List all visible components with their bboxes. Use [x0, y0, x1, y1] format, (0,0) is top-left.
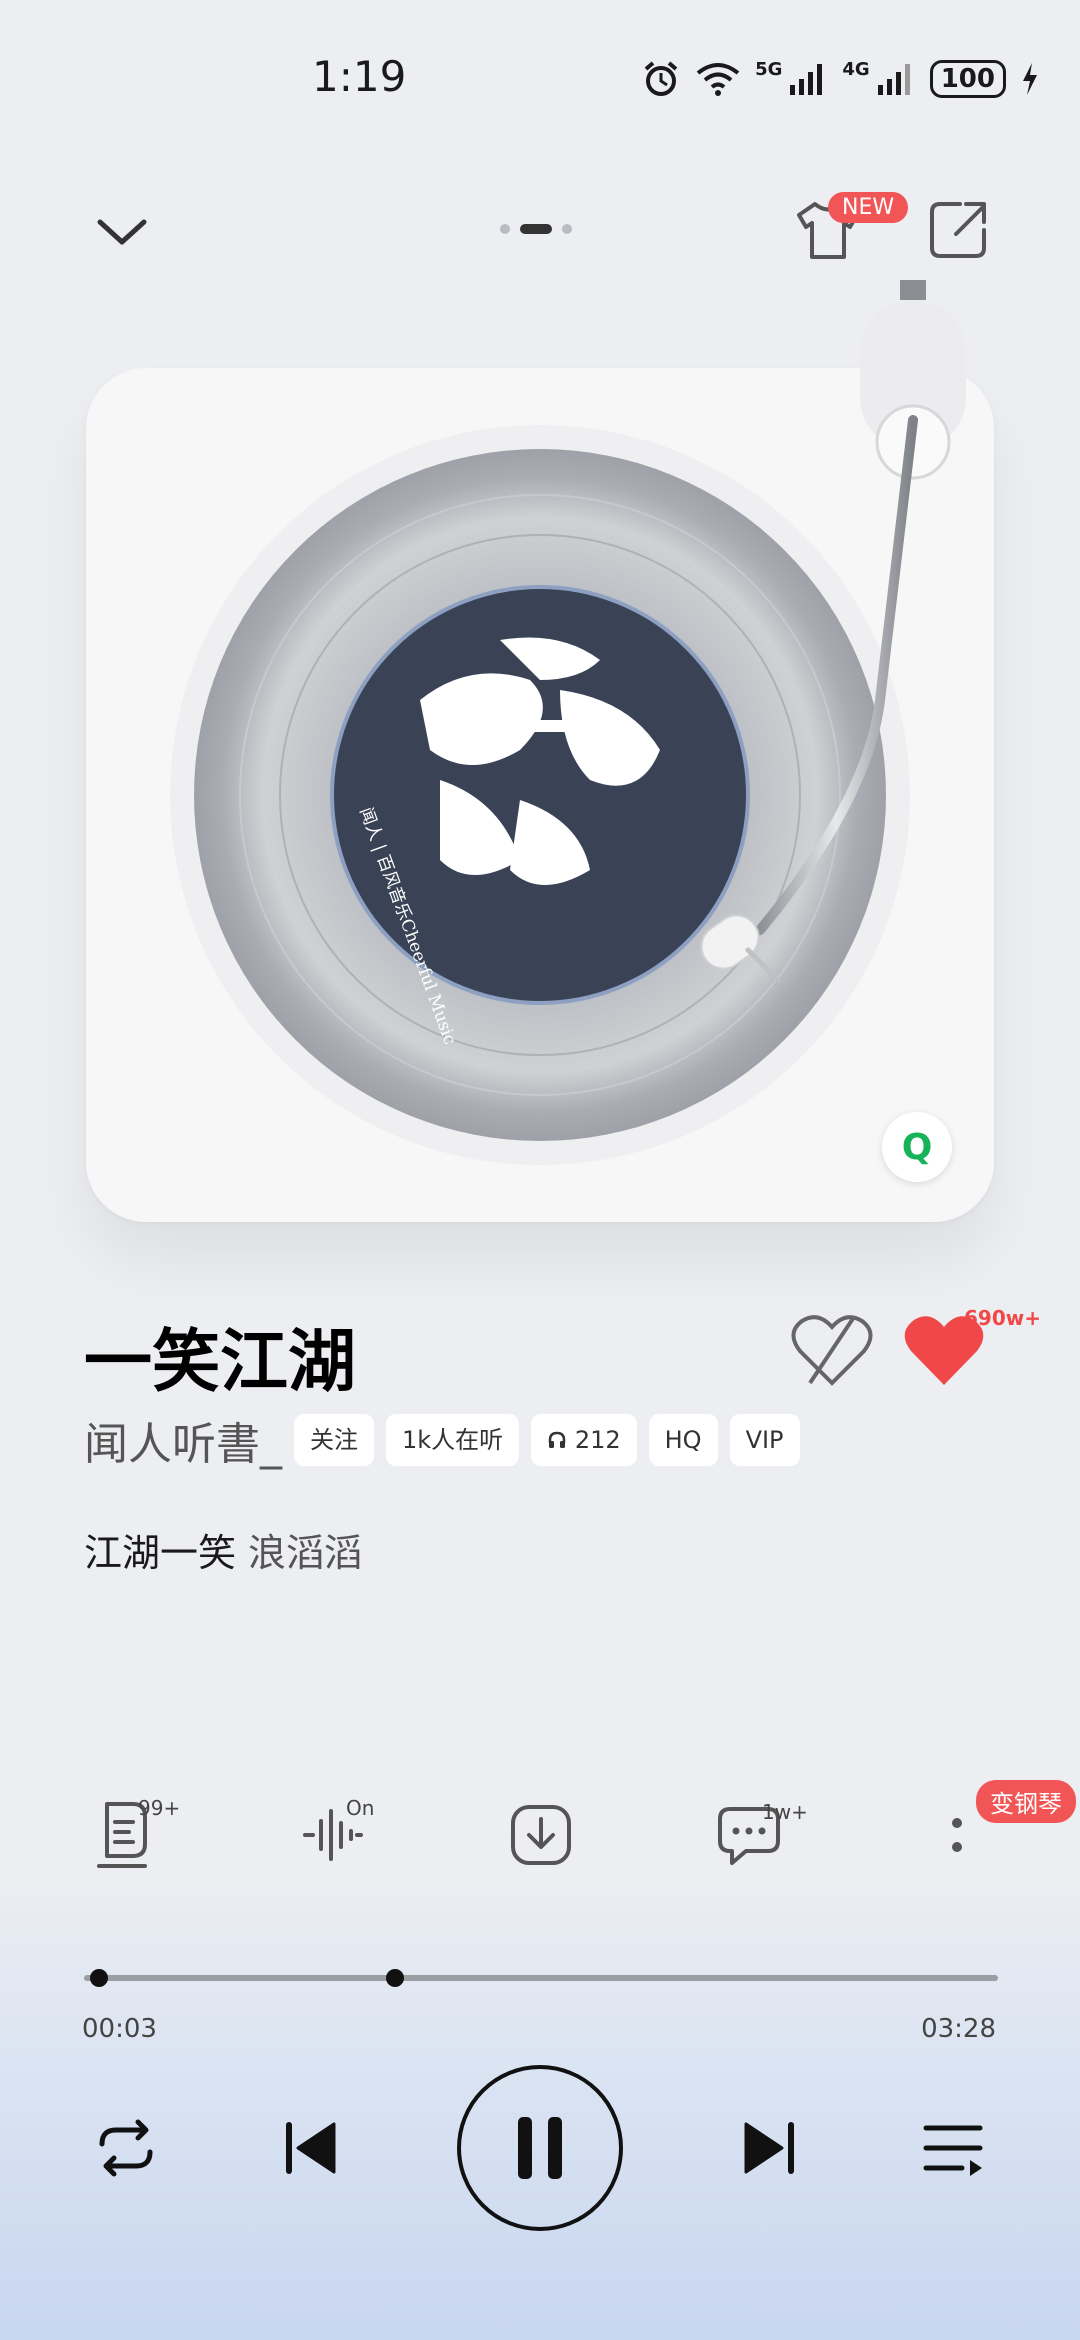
headphone-count: 212 — [574, 1426, 621, 1454]
listeners-tag: 1k人在听 — [386, 1414, 520, 1466]
network-5g-label: 5G — [755, 58, 783, 80]
pause-button[interactable] — [457, 2065, 623, 2231]
page-dot-active — [520, 224, 552, 234]
wifi-icon — [696, 63, 740, 96]
song-title: 一笑江湖 — [84, 1323, 357, 1402]
tonearm-post — [900, 280, 926, 300]
signal-icon — [790, 64, 823, 95]
lyric-main: 江湖一笑 — [84, 1531, 237, 1575]
share-icon — [930, 202, 986, 258]
battery-indicator: 100 — [929, 60, 1006, 98]
previous-button[interactable] — [270, 2108, 350, 2188]
download-button[interactable] — [496, 1790, 586, 1880]
playlist-button[interactable] — [914, 2108, 994, 2188]
piano-badge[interactable]: 变钢琴 — [976, 1780, 1076, 1823]
song-tags: 关注 1k人在听 212 HQ VIP — [294, 1414, 800, 1466]
vip-tag[interactable]: VIP — [729, 1414, 800, 1466]
pause-icon — [518, 2117, 562, 2179]
next-button[interactable] — [730, 2108, 810, 2188]
download-icon — [511, 1805, 571, 1865]
skip-next-icon — [744, 2122, 794, 2174]
signal-icon-2 — [877, 64, 910, 95]
skip-previous-icon — [286, 2122, 336, 2174]
like-count: 690w+ — [964, 1306, 1041, 1330]
new-badge: NEW — [828, 192, 909, 223]
broken-heart-icon — [791, 1315, 873, 1386]
collapse-button[interactable] — [90, 200, 154, 264]
q-logo-icon[interactable]: Q — [882, 1112, 952, 1182]
headphones-icon — [548, 1431, 566, 1448]
page-indicator — [500, 224, 572, 234]
page-dot — [562, 224, 572, 234]
charging-icon — [1023, 63, 1037, 95]
lyrics-badge: 99+ — [138, 1796, 181, 1820]
share-button[interactable] — [922, 194, 994, 266]
dislike-button[interactable] — [788, 1310, 876, 1390]
vinyl-record[interactable]: 闻人 | 百风音乐Cheerful Music — [0, 280, 1080, 1180]
lyric-sub: 浪滔滔 — [248, 1531, 363, 1575]
headphone-count-tag[interactable]: 212 — [531, 1414, 637, 1466]
network-4g-label: 4G — [842, 58, 870, 80]
status-icons: 5G 4G 100 — [641, 54, 1040, 104]
effect-badge: On — [346, 1796, 375, 1820]
chevron-down-icon — [97, 219, 147, 245]
comments-badge: 1w+ — [762, 1800, 808, 1824]
status-time: 1:19 — [312, 52, 407, 101]
more-vertical-icon — [952, 1818, 962, 1852]
current-lyric[interactable]: 江湖一笑 浪滔滔 — [84, 1522, 362, 1577]
progress-thumb[interactable] — [89, 1969, 108, 1987]
hq-tag[interactable]: HQ — [648, 1414, 718, 1466]
repeat-icon — [99, 2119, 153, 2177]
current-time: 00:03 — [82, 2014, 157, 2044]
progress-track[interactable] — [84, 1975, 998, 1981]
total-time: 03:28 — [921, 2014, 996, 2044]
buffer-marker — [385, 1969, 404, 1987]
artist-name[interactable]: 闻人听書_ — [84, 1408, 282, 1472]
alarm-icon — [644, 61, 678, 96]
follow-tag[interactable]: 关注 — [294, 1414, 374, 1466]
playlist-icon — [923, 2125, 983, 2176]
page-dot — [500, 224, 510, 234]
repeat-button[interactable] — [86, 2108, 166, 2188]
